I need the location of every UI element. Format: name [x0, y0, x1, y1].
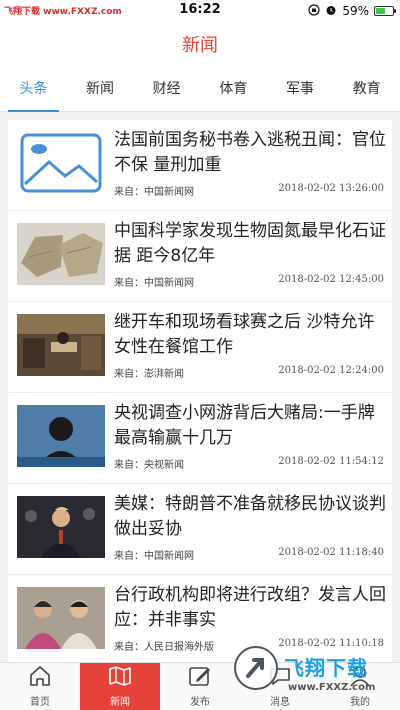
watermark-url: www.FXXZ.com — [288, 682, 376, 693]
page-title: 新闻 — [182, 35, 218, 56]
tab-headlines[interactable]: 头条 — [0, 68, 67, 112]
status-indicators: 59% — [308, 3, 396, 19]
news-source: 来自：澎湃新闻 — [114, 369, 184, 380]
placeholder-image-icon — [17, 132, 105, 194]
news-list: 法国前国务秘书卷入逃税丑闻：官位不保 量刑加重 来自：中国新闻网 2018-02… — [8, 120, 392, 662]
newspaper-icon — [108, 665, 132, 690]
news-item[interactable]: 继开车和现场看球赛之后 沙特允许女性在餐馆工作 来自：澎湃新闻 2018-02-… — [8, 302, 392, 393]
watermark-brand: 飞翔下载 — [284, 656, 368, 680]
news-source: 来自：人民日报海外版 — [114, 642, 214, 653]
tab-education[interactable]: 教育 — [333, 68, 400, 111]
news-time: 2018-02-02 13:26:00 — [278, 183, 384, 194]
news-item[interactable]: 中国科学家发现生物固氮最早化石证据 距今8亿年 来自：中国新闻网 2018-02… — [8, 211, 392, 302]
navigation-bar: 新闻 — [0, 22, 400, 68]
bottom-tab-publish[interactable]: 发布 — [160, 663, 240, 710]
news-source: 来自：中国新闻网 — [114, 187, 194, 198]
tab-military[interactable]: 军事 — [267, 68, 334, 111]
news-headline[interactable]: 央视调查小网游背后大赌局:一手牌最高输赢十几万 — [114, 401, 386, 451]
people-photo — [17, 587, 105, 649]
news-time: 2018-02-02 12:24:00 — [278, 365, 384, 376]
compose-icon — [188, 665, 212, 690]
speech-photo — [17, 496, 105, 558]
tab-news[interactable]: 新闻 — [67, 68, 134, 111]
battery-icon — [374, 6, 396, 16]
news-item[interactable]: 美媒：特朗普不准备就移民协议谈判做出妥协 来自：中国新闻网 2018-02-02… — [8, 484, 392, 575]
news-headline[interactable]: 台行政机构即将进行改组？发言人回应：并非事实 — [114, 583, 386, 633]
alarm-icon — [325, 4, 337, 19]
silhouette-interview-photo — [17, 405, 105, 467]
news-headline[interactable]: 中国科学家发现生物固氮最早化石证据 距今8亿年 — [114, 219, 386, 269]
watermark-logo-icon — [234, 646, 278, 690]
tab-finance[interactable]: 财经 — [133, 68, 200, 111]
bottom-tab-label: 发布 — [190, 697, 210, 708]
news-headline[interactable]: 美媒：特朗普不准备就移民协议谈判做出妥协 — [114, 492, 386, 542]
rock-fossil-photo — [17, 223, 105, 285]
status-bar: 飞翔下载 www.FXXZ.com 16:22 59% — [0, 0, 400, 22]
news-source: 来自：中国新闻网 — [114, 278, 194, 289]
news-time: 2018-02-02 11:54:12 — [278, 456, 384, 467]
battery-percent: 59% — [342, 4, 369, 18]
site-watermark: 飞翔下载 www.FXXZ.com — [232, 640, 400, 710]
news-item[interactable]: 法国前国务秘书卷入逃税丑闻：官位不保 量刑加重 来自：中国新闻网 2018-02… — [8, 120, 392, 211]
news-source: 来自：央视新闻 — [114, 460, 184, 471]
home-icon — [28, 665, 52, 690]
tab-sports[interactable]: 体育 — [200, 68, 267, 111]
bottom-tab-home[interactable]: 首页 — [0, 663, 80, 710]
news-time: 2018-02-02 12:45:00 — [278, 274, 384, 285]
news-time: 2018-02-02 11:18:40 — [278, 547, 384, 558]
battery-level — [376, 8, 385, 14]
news-source: 来自：中国新闻网 — [114, 551, 194, 562]
news-headline[interactable]: 法国前国务秘书卷入逃税丑闻：官位不保 量刑加重 — [114, 128, 386, 178]
orientation-lock-icon — [308, 3, 320, 19]
restaurant-photo — [17, 314, 105, 376]
bottom-tab-news[interactable]: 新闻 — [80, 663, 160, 710]
category-tabs: 头条 新闻 财经 体育 军事 教育 — [0, 68, 400, 112]
bottom-tab-label: 首页 — [30, 697, 50, 708]
bottom-tab-label: 新闻 — [110, 697, 130, 708]
news-headline[interactable]: 继开车和现场看球赛之后 沙特允许女性在餐馆工作 — [114, 310, 386, 360]
news-item[interactable]: 央视调查小网游背后大赌局:一手牌最高输赢十几万 来自：央视新闻 2018-02-… — [8, 393, 392, 484]
